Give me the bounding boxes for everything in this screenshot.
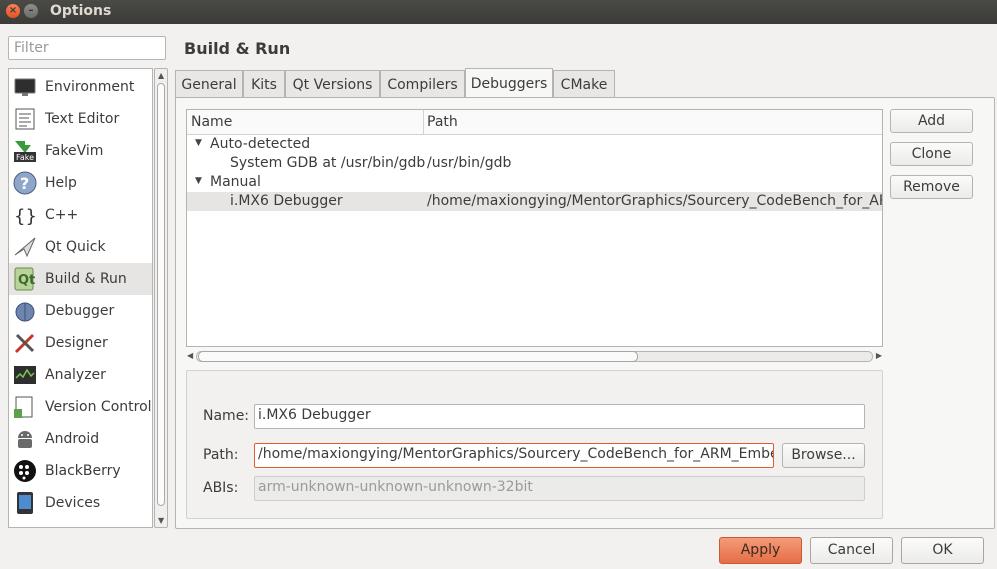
- category-blackberry[interactable]: BlackBerry: [9, 455, 152, 487]
- qt-quick-icon: [13, 235, 37, 259]
- column-header-path[interactable]: Path: [427, 114, 458, 130]
- category-text-editor[interactable]: Text Editor: [9, 103, 152, 135]
- category-designer[interactable]: Designer: [9, 327, 152, 359]
- page-title: Build & Run: [184, 39, 291, 58]
- cancel-button[interactable]: Cancel: [810, 537, 893, 564]
- scroll-left-icon[interactable]: ◀: [187, 351, 193, 360]
- scroll-right-icon[interactable]: ▶: [876, 351, 882, 360]
- name-label: Name:: [203, 408, 250, 424]
- apply-button[interactable]: Apply: [719, 537, 802, 564]
- android-icon: [13, 427, 37, 451]
- analyzer-icon: [13, 363, 37, 387]
- name-field[interactable]: i.MX6 Debugger: [254, 404, 865, 429]
- debugger-icon: [13, 299, 37, 323]
- browse-button[interactable]: Browse...: [782, 443, 865, 468]
- title-bar: × – Options: [0, 0, 997, 24]
- designer-icon: [13, 331, 37, 355]
- svg-text:Qt: Qt: [18, 273, 35, 288]
- category-qt-quick[interactable]: Qt Quick: [9, 231, 152, 263]
- tab-debuggers[interactable]: Debuggers: [465, 68, 553, 99]
- scroll-up-icon[interactable]: ▲: [158, 71, 164, 80]
- close-window-icon[interactable]: ×: [6, 4, 20, 18]
- column-header-name[interactable]: Name: [191, 114, 232, 130]
- scrollbar-thumb[interactable]: [198, 351, 638, 362]
- expand-triangle-icon[interactable]: ▼: [195, 138, 202, 148]
- text-editor-icon: [13, 107, 37, 131]
- abis-label: ABIs:: [203, 480, 239, 496]
- help-icon: ?: [13, 171, 37, 195]
- scrollbar-thumb[interactable]: [157, 83, 165, 506]
- category-build-run[interactable]: Qt Build & Run: [9, 263, 152, 295]
- version-control-icon: [13, 395, 37, 419]
- tab-qt-versions[interactable]: Qt Versions: [285, 70, 380, 98]
- fakevim-icon: Fake: [13, 139, 37, 163]
- category-devices[interactable]: Devices: [9, 487, 152, 519]
- category-analyzer[interactable]: Analyzer: [9, 359, 152, 391]
- tab-cmake[interactable]: CMake: [553, 70, 615, 98]
- minimize-window-icon[interactable]: –: [24, 4, 38, 18]
- path-field[interactable]: /home/maxiongying/MentorGraphics/Sourcer…: [254, 443, 774, 468]
- svg-text:?: ?: [20, 174, 29, 193]
- expand-triangle-icon[interactable]: ▼: [195, 176, 202, 186]
- add-button[interactable]: Add: [890, 109, 973, 133]
- devices-icon: [13, 491, 37, 515]
- blackberry-icon: [13, 459, 37, 483]
- category-environment[interactable]: Environment: [9, 71, 152, 103]
- monitor-icon: [13, 75, 37, 99]
- build-run-icon: Qt: [13, 267, 37, 291]
- window-title: Options: [50, 3, 112, 19]
- braces-icon: {}: [13, 203, 37, 227]
- category-android[interactable]: Android: [9, 423, 152, 455]
- clone-button[interactable]: Clone: [890, 142, 973, 166]
- path-label: Path:: [203, 447, 239, 463]
- category-cpp[interactable]: {} C++: [9, 199, 152, 231]
- filter-input[interactable]: Filter: [8, 36, 166, 60]
- category-fakevim[interactable]: Fake FakeVim: [9, 135, 152, 167]
- category-list: Environment Text Editor Fake FakeVim ? H…: [8, 68, 153, 528]
- category-help[interactable]: ? Help: [9, 167, 152, 199]
- category-scrollbar[interactable]: ▲ ▼: [154, 68, 168, 528]
- category-debugger[interactable]: Debugger: [9, 295, 152, 327]
- tree-group-auto-detected[interactable]: ▼ Auto-detected: [187, 135, 882, 154]
- debugger-tree[interactable]: Name Path ▼ Auto-detected System GDB at …: [186, 109, 883, 347]
- abis-field: arm-unknown-unknown-unknown-32bit: [254, 476, 865, 501]
- tree-header: Name Path: [187, 110, 882, 135]
- tab-general[interactable]: General: [175, 70, 243, 98]
- tree-horizontal-scrollbar[interactable]: ◀ ▶: [186, 350, 883, 364]
- svg-text:{}: {}: [14, 206, 37, 227]
- tree-row[interactable]: i.MX6 Debugger /home/maxiongying/MentorG…: [187, 192, 882, 211]
- scroll-down-icon[interactable]: ▼: [158, 516, 164, 525]
- tree-group-manual[interactable]: ▼ Manual: [187, 173, 882, 192]
- remove-button[interactable]: Remove: [890, 175, 973, 199]
- ok-button[interactable]: OK: [901, 537, 984, 564]
- category-version-control[interactable]: Version Control: [9, 391, 152, 423]
- tab-kits[interactable]: Kits: [243, 70, 285, 98]
- svg-text:Fake: Fake: [16, 153, 34, 162]
- tab-compilers[interactable]: Compilers: [380, 70, 465, 98]
- tree-row[interactable]: System GDB at /usr/bin/gdb /usr/bin/gdb: [187, 154, 882, 173]
